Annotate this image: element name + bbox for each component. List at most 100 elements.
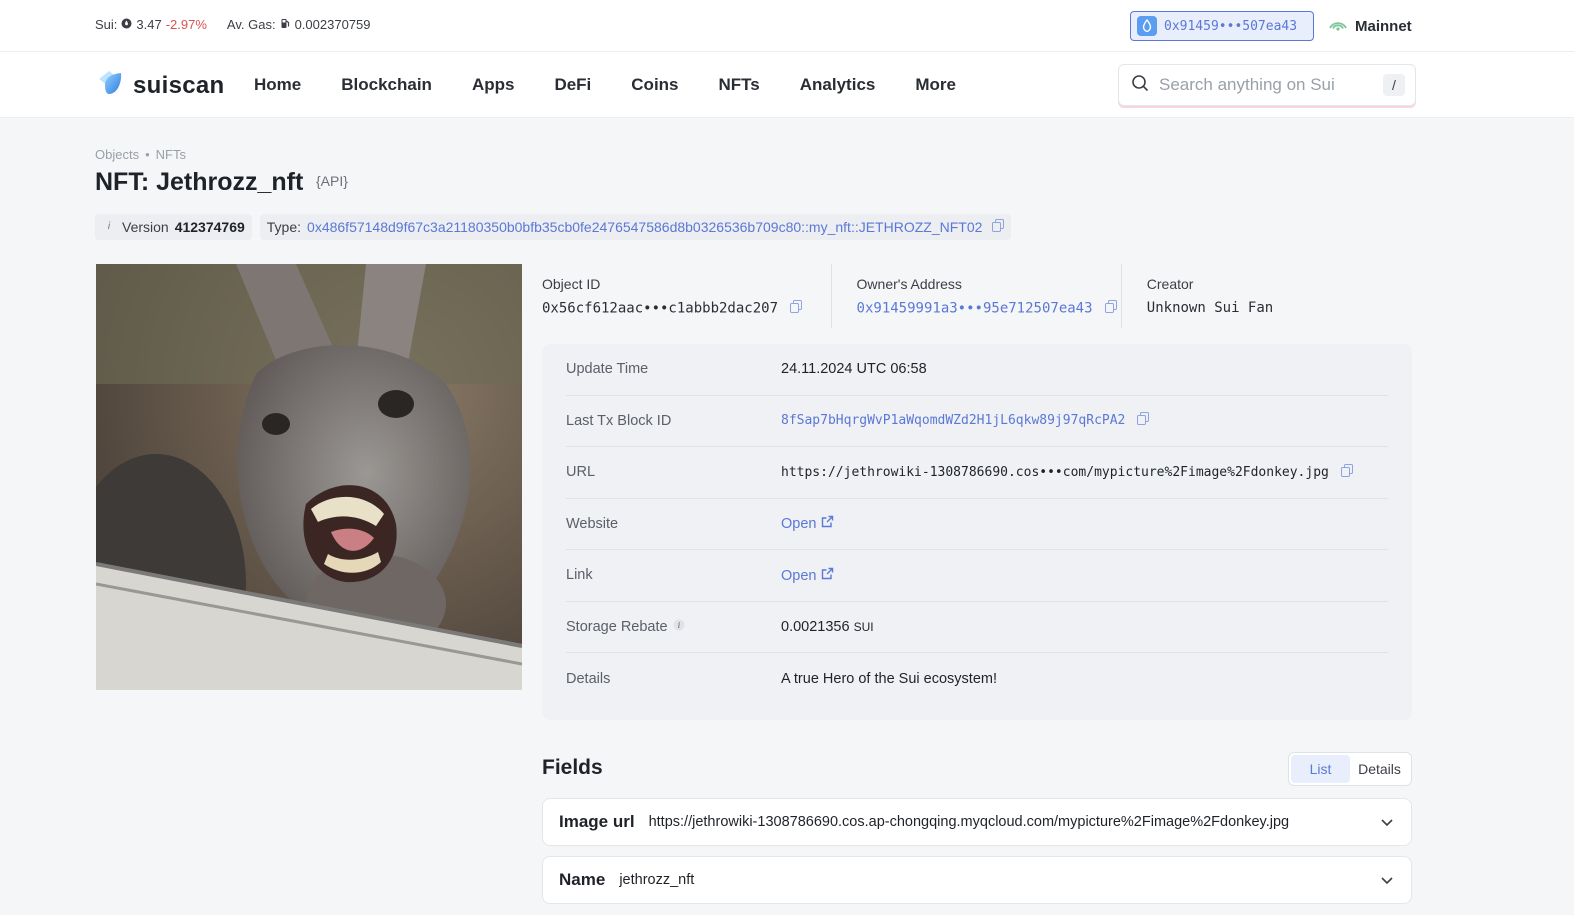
detail-row-link: Link Open bbox=[566, 550, 1388, 602]
update-time-value: 24.11.2024 UTC 06:58 bbox=[781, 361, 927, 378]
website-link[interactable]: Open bbox=[781, 515, 834, 532]
chevron-down-icon[interactable] bbox=[1379, 814, 1395, 834]
creator-label: Creator bbox=[1146, 276, 1194, 292]
details-label: Details bbox=[566, 670, 611, 687]
copy-icon[interactable] bbox=[992, 219, 1005, 235]
search-input[interactable]: Search anything on Sui / bbox=[1118, 64, 1416, 106]
copy-icon[interactable] bbox=[790, 300, 803, 317]
breadcrumb-separator: • bbox=[145, 147, 150, 162]
top-bar: Sui: 3.47 -2.97% Av. Gas: 0.002370759 0x… bbox=[0, 0, 1574, 52]
breadcrumb: Objects • NFTs bbox=[95, 147, 186, 162]
owner-address-link[interactable]: 0x91459991a3•••95e712507ea43 bbox=[857, 301, 1093, 317]
type-link[interactable]: 0x486f57148d9f67c3a21180350b0bfb35cb0fe2… bbox=[307, 219, 982, 235]
detail-row-last-tx: Last Tx Block ID 8fSap7bHqrgWvP1aWqomdWZ… bbox=[566, 396, 1388, 447]
detail-row-storage-rebate: Storage Rebate i 0.0021356 SUI bbox=[566, 602, 1388, 653]
breadcrumb-nfts[interactable]: NFTs bbox=[156, 147, 186, 162]
link-link[interactable]: Open bbox=[781, 567, 834, 584]
url-row: https://jethrowiki-1308786690.cos•••com/… bbox=[781, 463, 1353, 481]
storage-rebate-row: 0.0021356 SUI bbox=[781, 619, 874, 635]
sui-price-value: 3.47 bbox=[136, 17, 162, 32]
object-id-block: Object ID 0x56cf612aac•••c1abbb2dac207 bbox=[542, 264, 832, 328]
network-label: Mainnet bbox=[1355, 17, 1412, 35]
link-label: Link bbox=[566, 567, 593, 584]
market-stats: Sui: 3.47 -2.97% Av. Gas: 0.002370759 bbox=[95, 17, 371, 32]
field-row-name[interactable]: Name jethrozz_nft bbox=[542, 856, 1412, 904]
nav-more[interactable]: More bbox=[915, 75, 956, 95]
storage-rebate-value: 0.0021356 bbox=[781, 618, 850, 635]
website-label: Website bbox=[566, 515, 619, 532]
gas-stat: Av. Gas: 0.002370759 bbox=[227, 17, 371, 32]
url-label: URL bbox=[566, 464, 596, 481]
info-icon: i bbox=[107, 221, 111, 232]
creator-value: Unknown Sui Fan bbox=[1146, 300, 1274, 316]
nav-blockchain[interactable]: Blockchain bbox=[341, 75, 432, 95]
owner-row: 0x91459991a3•••95e712507ea43 bbox=[857, 300, 1121, 317]
copy-icon[interactable] bbox=[1104, 300, 1117, 317]
chevron-down-icon[interactable] bbox=[1379, 872, 1395, 892]
storage-rebate-label-wrap: Storage Rebate i bbox=[566, 619, 781, 635]
creator-block: Creator Unknown Sui Fan bbox=[1122, 264, 1412, 328]
type-chip: Type: 0x486f57148d9f67c3a21180350b0bfb35… bbox=[259, 214, 1012, 240]
network-selector[interactable]: Mainnet bbox=[1328, 17, 1412, 35]
nav-apps[interactable]: Apps bbox=[472, 75, 515, 95]
nav-defi[interactable]: DeFi bbox=[554, 75, 591, 95]
svg-text:i: i bbox=[677, 621, 680, 630]
details-card: Update Time 24.11.2024 UTC 06:58 Last Tx… bbox=[542, 344, 1412, 720]
sui-drop-icon bbox=[1137, 16, 1157, 36]
website-link-text: Open bbox=[781, 516, 817, 533]
nav-nfts[interactable]: NFTs bbox=[719, 75, 760, 95]
external-link-icon bbox=[821, 567, 834, 584]
search-shortcut-key: / bbox=[1383, 74, 1405, 96]
suiscan-logo[interactable]: suiscan bbox=[95, 67, 224, 104]
details-value: A true Hero of the Sui ecosystem! bbox=[781, 670, 997, 687]
storage-rebate-unit: SUI bbox=[853, 619, 874, 634]
update-time-label: Update Time bbox=[566, 361, 649, 378]
sui-coin-icon bbox=[121, 17, 132, 32]
sui-price-change: -2.97% bbox=[165, 17, 207, 32]
info-icon[interactable]: i bbox=[673, 619, 685, 635]
owner-block: Owner's Address 0x91459991a3•••95e712507… bbox=[832, 264, 1122, 328]
last-tx-link[interactable]: 8fSap7bHqrgWvP1aWqomdWZd2H1jL6qkw89j97qR… bbox=[781, 413, 1125, 428]
field-key: Image url bbox=[559, 812, 635, 831]
nft-image bbox=[96, 264, 522, 690]
detail-row-url: URL https://jethrowiki-1308786690.cos•••… bbox=[566, 447, 1388, 499]
external-link-icon bbox=[821, 516, 834, 532]
field-key: Name bbox=[559, 870, 606, 889]
page-title: NFT: Jethrozz_nft bbox=[95, 168, 304, 196]
sui-price-label: Sui: bbox=[95, 17, 118, 32]
nav-coins[interactable]: Coins bbox=[631, 75, 678, 95]
fields-title: Fields bbox=[542, 756, 603, 779]
field-row-image-url[interactable]: Image url https://jethrowiki-1308786690.… bbox=[542, 798, 1412, 846]
sui-price-stat: Sui: 3.47 -2.97% bbox=[95, 17, 207, 32]
field-value: jethrozz_nft bbox=[619, 872, 695, 888]
object-id-label: Object ID bbox=[542, 276, 601, 292]
object-id-row: 0x56cf612aac•••c1abbb2dac207 bbox=[542, 300, 831, 317]
copy-icon[interactable] bbox=[1137, 412, 1150, 429]
wallet-button[interactable]: 0x91459•••507ea43 bbox=[1130, 11, 1314, 41]
toggle-list[interactable]: List bbox=[1291, 755, 1350, 783]
toggle-details[interactable]: Details bbox=[1350, 755, 1409, 783]
detail-row-details: Details A true Hero of the Sui ecosystem… bbox=[566, 653, 1388, 705]
last-tx-row: 8fSap7bHqrgWvP1aWqomdWZd2H1jL6qkw89j97qR… bbox=[781, 412, 1150, 429]
version-chip: i Version 412374769 bbox=[95, 214, 252, 240]
logo-icon bbox=[95, 67, 127, 104]
last-tx-label: Last Tx Block ID bbox=[566, 412, 672, 429]
gas-label: Av. Gas: bbox=[226, 17, 276, 32]
nav-analytics[interactable]: Analytics bbox=[800, 75, 876, 95]
version-value: 412374769 bbox=[174, 219, 245, 235]
detail-row-website: Website Open bbox=[566, 499, 1388, 550]
nav-home[interactable]: Home bbox=[254, 75, 301, 95]
nav-links: Home Blockchain Apps DeFi Coins NFTs Ana… bbox=[254, 75, 996, 95]
object-id-value: 0x56cf612aac•••c1abbb2dac207 bbox=[542, 300, 779, 317]
api-link[interactable]: {API} bbox=[316, 173, 348, 189]
breadcrumb-objects[interactable]: Objects bbox=[95, 147, 139, 162]
url-value: https://jethrowiki-1308786690.cos•••com/… bbox=[781, 464, 1329, 480]
gas-value: 0.002370759 bbox=[294, 17, 371, 32]
type-label: Type: bbox=[266, 219, 302, 235]
field-value: https://jethrowiki-1308786690.cos.ap-cho… bbox=[648, 814, 1290, 830]
copy-icon[interactable] bbox=[1340, 463, 1353, 481]
wallet-address: 0x91459•••507ea43 bbox=[1164, 18, 1298, 34]
owner-label: Owner's Address bbox=[856, 276, 962, 292]
detail-row-update-time: Update Time 24.11.2024 UTC 06:58 bbox=[566, 344, 1388, 396]
gas-pump-icon bbox=[280, 17, 291, 32]
